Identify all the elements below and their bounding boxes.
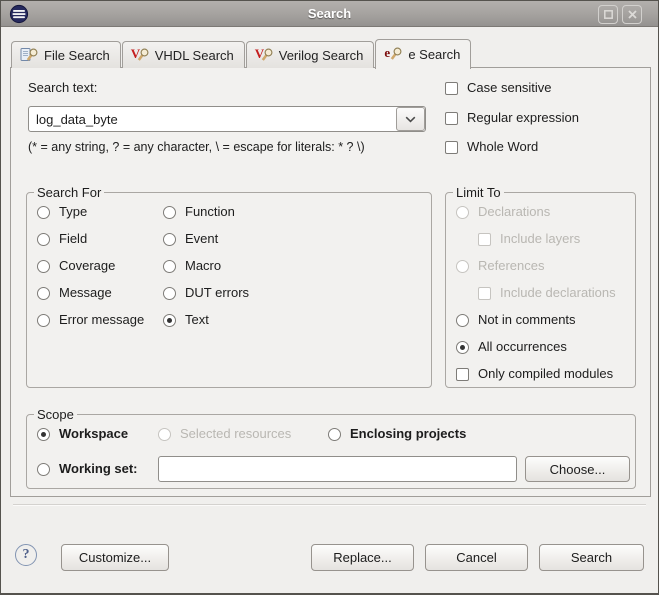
- choose-button[interactable]: Choose...: [525, 456, 630, 482]
- help-button[interactable]: ?: [15, 544, 37, 566]
- checkbox-box: [478, 286, 491, 300]
- vhdl-search-icon: V: [131, 46, 150, 63]
- radio-enclosing-projects[interactable]: Enclosing projects: [328, 427, 466, 441]
- radio-circle: [37, 313, 50, 327]
- search-text-label: Search text:: [28, 80, 98, 95]
- radio-circle: [37, 232, 50, 246]
- case-sensitive-checkbox[interactable]: Case sensitive: [445, 81, 552, 95]
- regular-expression-checkbox[interactable]: Regular expression: [445, 111, 579, 125]
- checkbox-box: [445, 81, 458, 95]
- checkbox-box: [445, 140, 458, 154]
- search-text-input[interactable]: [28, 106, 426, 132]
- e-search-panel: Search text: (* = any string, ? = any ch…: [10, 67, 651, 497]
- tab-vhdl-search[interactable]: V VHDL Search: [121, 41, 245, 68]
- search-for-title: Search For: [34, 185, 105, 200]
- checkbox-only-compiled-modules[interactable]: Only compiled modules: [456, 367, 613, 381]
- radio-circle: [456, 259, 469, 273]
- tab-label: File Search: [44, 47, 110, 63]
- radio-macro[interactable]: Macro: [163, 259, 221, 273]
- tab-label: VHDL Search: [154, 47, 234, 63]
- radio-circle: [37, 462, 50, 476]
- whole-word-checkbox[interactable]: Whole Word: [445, 140, 538, 154]
- tab-e-search[interactable]: e e Search: [375, 39, 472, 69]
- tab-label: e Search: [408, 46, 461, 62]
- scope-group: Scope Workspace Selected resources Enclo…: [26, 407, 636, 489]
- wildcard-hint: (* = any string, ? = any character, \ = …: [28, 140, 365, 154]
- search-for-group: Search For Type Field Coverage Message E…: [26, 185, 432, 388]
- radio-circle: [163, 259, 176, 273]
- titlebar[interactable]: Search: [1, 1, 658, 27]
- tab-bar: File Search V VHDL Search V Verilog Sear…: [11, 38, 472, 69]
- radio-circle: [163, 313, 176, 327]
- checkbox-include-declarations: Include declarations: [478, 286, 616, 300]
- radio-circle: [37, 286, 50, 300]
- radio-function[interactable]: Function: [163, 205, 235, 219]
- scope-title: Scope: [34, 407, 77, 422]
- radio-declarations: Declarations: [456, 205, 550, 219]
- customize-button[interactable]: Customize...: [61, 544, 169, 571]
- radio-circle: [158, 427, 171, 441]
- search-text-combo: [28, 106, 426, 132]
- chevron-down-icon: [405, 116, 416, 123]
- combo-dropdown-button[interactable]: [396, 107, 425, 131]
- checkbox-box: [456, 367, 469, 381]
- replace-button[interactable]: Replace...: [311, 544, 414, 571]
- radio-circle: [163, 205, 176, 219]
- limit-to-group: Limit To Declarations Include layers Ref…: [445, 185, 636, 388]
- radio-circle: [37, 427, 50, 441]
- tab-label: Verilog Search: [278, 47, 364, 63]
- e-search-icon: e: [384, 45, 403, 62]
- radio-field[interactable]: Field: [37, 232, 87, 246]
- radio-references: References: [456, 259, 544, 273]
- file-search-icon: [20, 47, 39, 63]
- radio-circle: [456, 205, 469, 219]
- radio-circle: [456, 313, 469, 327]
- cancel-button[interactable]: Cancel: [425, 544, 528, 571]
- radio-circle: [163, 232, 176, 246]
- radio-workspace[interactable]: Workspace: [37, 427, 128, 441]
- tab-file-search[interactable]: File Search: [11, 41, 121, 68]
- search-button[interactable]: Search: [539, 544, 644, 571]
- radio-error-message[interactable]: Error message: [37, 313, 144, 327]
- maximize-button[interactable]: [598, 5, 618, 24]
- checkbox-box: [478, 232, 491, 246]
- close-button[interactable]: [622, 5, 642, 24]
- window-title: Search: [307, 6, 352, 21]
- radio-working-set[interactable]: Working set:: [37, 462, 138, 476]
- radio-message[interactable]: Message: [37, 286, 112, 300]
- footer-divider: [13, 504, 646, 505]
- radio-coverage[interactable]: Coverage: [37, 259, 115, 273]
- radio-circle: [328, 427, 341, 441]
- radio-selected-resources: Selected resources: [158, 427, 291, 441]
- radio-dut-errors[interactable]: DUT errors: [163, 286, 249, 300]
- radio-circle: [37, 205, 50, 219]
- limit-to-title: Limit To: [453, 185, 504, 200]
- radio-text[interactable]: Text: [163, 313, 209, 327]
- radio-circle: [163, 286, 176, 300]
- radio-all-occurrences[interactable]: All occurrences: [456, 340, 567, 354]
- eclipse-logo-icon: [9, 4, 29, 24]
- close-icon: [627, 10, 637, 19]
- maximize-icon: [603, 10, 613, 19]
- working-set-input[interactable]: [158, 456, 517, 482]
- checkbox-include-layers: Include layers: [478, 232, 580, 246]
- radio-circle: [456, 340, 469, 354]
- radio-event[interactable]: Event: [163, 232, 218, 246]
- radio-circle: [37, 259, 50, 273]
- search-dialog: Search File Search V VHDL Search V Veril…: [0, 0, 659, 595]
- verilog-search-icon: V: [255, 46, 274, 63]
- radio-not-in-comments[interactable]: Not in comments: [456, 313, 576, 327]
- tab-verilog-search[interactable]: V Verilog Search: [245, 41, 375, 68]
- radio-type[interactable]: Type: [37, 205, 87, 219]
- checkbox-box: [445, 111, 458, 125]
